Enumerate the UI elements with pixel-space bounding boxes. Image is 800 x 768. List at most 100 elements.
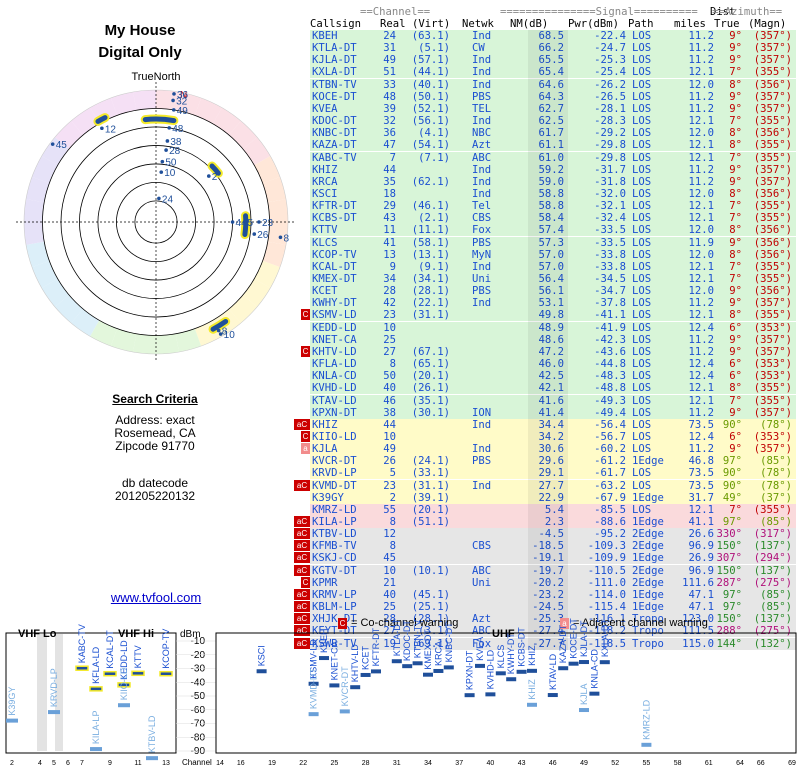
- distance-cell: 12.0: [688, 285, 714, 298]
- azimuth-magnetic-cell: (357°): [753, 406, 792, 419]
- nm-db-cell: 29.6: [538, 455, 564, 468]
- distance-cell: 73.5: [688, 479, 714, 492]
- uhf-x-tick: 14: [216, 760, 224, 767]
- table-row: KEDD-LD 10 48.9 -41.9 LOS 12.4 6° (353°): [310, 321, 796, 334]
- virtual-channel-cell: (57.1): [411, 54, 450, 67]
- azimuth-true-cell: 8°: [729, 127, 742, 140]
- uhf-x-tick: 16: [237, 760, 245, 767]
- callsign-cell: KMEX-DT: [312, 273, 357, 285]
- distance-cell: 11.2: [688, 42, 714, 55]
- nm-db-cell: 42.1: [538, 382, 564, 395]
- table-row: KNET-CA 25 48.6 -42.3 LOS 11.2 9° (357°): [310, 333, 796, 346]
- path-cell: LOS: [632, 127, 652, 140]
- distance-cell: 12.0: [688, 187, 714, 200]
- uhf-bar: [256, 669, 267, 674]
- network-cell: CBS: [472, 540, 492, 553]
- azimuth-true-cell: 90°: [722, 467, 742, 480]
- table-row: KSKJ-CD 45 -19.1 -109.9 1Edge 26.9 307° (294°): [310, 552, 796, 565]
- station-table: ==Channel== ===============Signal=======…: [294, 0, 800, 650]
- path-cell: LOS: [632, 285, 652, 298]
- network-cell: PBS: [472, 285, 492, 298]
- azimuth-magnetic-cell: (357°): [753, 42, 792, 55]
- uhf-x-tick: 19: [268, 760, 276, 767]
- power-dbm-cell: -111.0: [587, 576, 626, 589]
- header-netwk: Netwk: [462, 18, 494, 30]
- distance-cell: 96.9: [688, 564, 714, 577]
- power-dbm-cell: -56.4: [594, 418, 626, 431]
- network-cell: Ind: [472, 66, 492, 79]
- uhf-bar-label: KTLA-DT: [392, 618, 402, 656]
- real-channel-cell: 7: [389, 151, 396, 164]
- azimuth-magnetic-cell: (353°): [753, 430, 792, 443]
- network-cell: Ind: [472, 30, 492, 42]
- uhf-bar-label: KDOC-DT: [402, 620, 412, 661]
- header-path: Path: [628, 18, 654, 30]
- power-dbm-cell: -34.5: [594, 273, 626, 285]
- power-dbm-cell: -109.9: [587, 552, 626, 565]
- power-dbm-cell: -49.3: [594, 394, 626, 407]
- uhf-bar: [589, 691, 600, 696]
- real-channel-cell: 10: [383, 564, 396, 577]
- azimuth-true-cell: 97°: [722, 588, 742, 601]
- network-cell: CBS: [472, 212, 492, 225]
- azimuth-true-cell: 9°: [729, 443, 742, 456]
- callsign-cell: KSKJ-CD: [312, 552, 357, 565]
- station-point: [50, 142, 55, 146]
- uhf-x-tick: 69: [788, 760, 796, 767]
- tvfool-link[interactable]: www.tvfool.com: [96, 590, 216, 605]
- virtual-channel-cell: (13.1): [411, 248, 450, 261]
- distance-cell: 11.2: [688, 175, 714, 188]
- nm-db-cell: 59.2: [538, 163, 564, 176]
- path-cell: 1Edge: [632, 552, 664, 565]
- header-miles: miles: [674, 18, 706, 30]
- real-channel-cell: 9: [389, 260, 396, 273]
- power-dbm-cell: -63.2: [594, 479, 626, 492]
- real-channel-cell: 8: [389, 358, 396, 371]
- power-dbm-cell: -115.4: [587, 601, 626, 614]
- uhf-bar-label: KCET: [361, 645, 371, 670]
- callsign-cell: KILA-LP: [312, 516, 357, 528]
- callsign-cell: KCOP-TV: [312, 248, 357, 261]
- virtual-channel-cell: (51.1): [411, 516, 450, 528]
- header-pwr: Pwr(dBm): [568, 18, 620, 30]
- path-cell: 2Edge: [632, 528, 664, 541]
- vhf-x-tick: 5: [52, 760, 56, 767]
- uhf-bar-label: KNBC-DT: [444, 622, 454, 663]
- distance-cell: 47.1: [688, 588, 714, 601]
- real-channel-cell: 33: [383, 78, 396, 91]
- path-cell: 2Edge: [632, 576, 664, 589]
- nm-db-cell: -19.7: [532, 564, 564, 577]
- distance-cell: 11.2: [688, 406, 714, 419]
- real-channel-cell: 39: [383, 102, 396, 115]
- virtual-channel-cell: (26.1): [411, 382, 450, 395]
- uhf-x-tick: 25: [331, 760, 339, 767]
- unused-channel-gap: [37, 634, 47, 751]
- virtual-channel-cell: (33.1): [411, 467, 450, 480]
- table-row: KFTR-DT 29 (46.1) Tel 58.8 -32.1 LOS 12.1 7° (355…: [310, 200, 796, 213]
- azimuth-true-cell: 9°: [729, 297, 742, 310]
- db-datecode-label: db datecode: [121, 476, 189, 490]
- distance-cell: 11.2: [688, 297, 714, 310]
- nm-db-cell: 61.7: [538, 127, 564, 140]
- search-zip: Zipcode 91770: [115, 439, 195, 453]
- true-north-label: TrueNorth: [131, 71, 180, 83]
- network-cell: Ind: [472, 418, 492, 431]
- path-cell: LOS: [632, 248, 652, 261]
- nm-db-cell: 47.2: [538, 345, 564, 358]
- station-point: [218, 332, 223, 336]
- virtual-channel-cell: (24.1): [411, 455, 450, 468]
- uhf-bar: [475, 663, 485, 668]
- real-channel-cell: 8: [389, 516, 396, 528]
- virtual-channel-cell: (10.1): [411, 564, 450, 577]
- network-cell: Ind: [472, 479, 492, 492]
- table-row: KBEH 24 (63.1) Ind 68.5 -22.4 LOS 11.2 9° (357°): [310, 30, 796, 42]
- callsign-cell: KJLA: [312, 443, 338, 456]
- power-dbm-cell: -29.8: [594, 139, 626, 152]
- distance-cell: 12.4: [688, 430, 714, 443]
- real-channel-cell: 40: [383, 382, 396, 395]
- vhf-x-tick: 11: [134, 760, 141, 767]
- table-row: KOCE-DT 48 (50.1) PBS 64.3 -26.5 LOS 11.2 9° (357…: [310, 90, 796, 103]
- distance-cell: 12.1: [688, 212, 714, 225]
- path-cell: LOS: [632, 102, 652, 115]
- power-dbm-cell: -56.7: [594, 430, 626, 443]
